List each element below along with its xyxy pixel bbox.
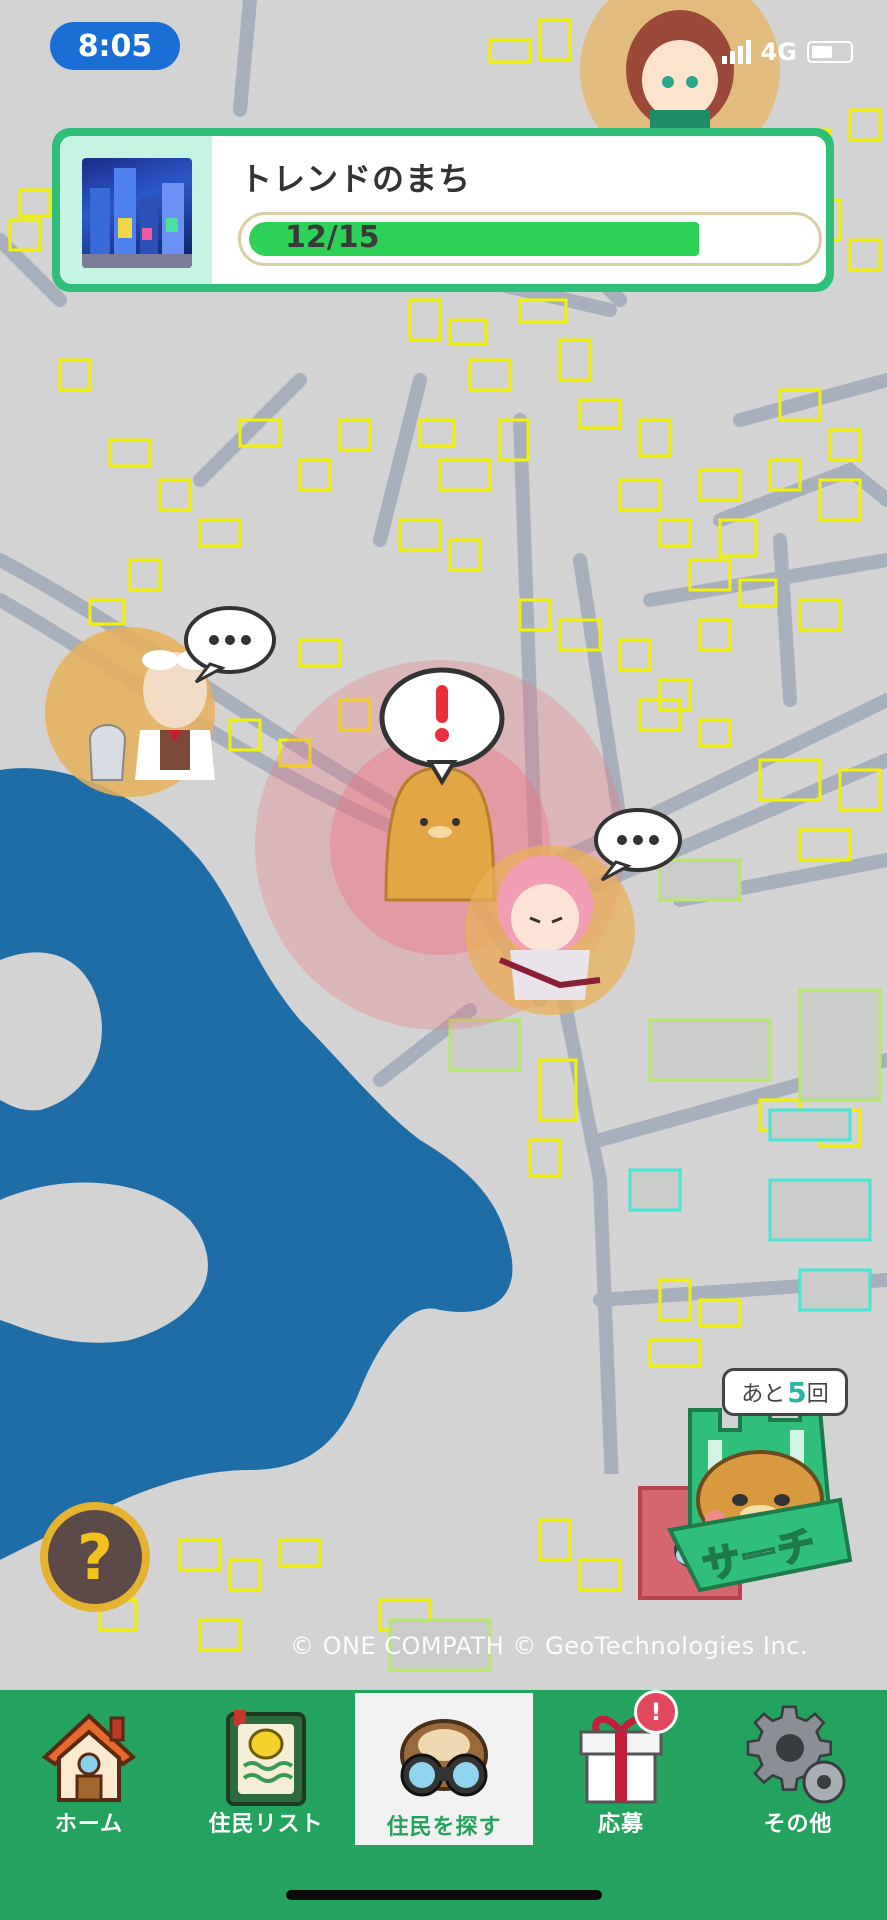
tab-apply[interactable]: 応募 ! [532, 1690, 710, 1842]
help-button[interactable]: ? [40, 1502, 150, 1612]
map-copyright: © ONE COMPATH © GeoTechnologies Inc. [290, 1632, 809, 1660]
town-thumbnail-frame [60, 136, 212, 284]
tab-other-label: その他 [763, 1812, 833, 1837]
bottom-tab-bar: ホーム 住民リスト 住民を探す 応募 ! その他 [0, 1690, 887, 1920]
tab-home[interactable]: ホーム [0, 1690, 178, 1842]
tab-other[interactable]: その他 [709, 1690, 887, 1842]
town-progress-card[interactable]: トレンドのまち 12/15 [52, 128, 834, 292]
remaining-count: 5 [787, 1375, 807, 1409]
tab-home-label: ホーム [54, 1812, 124, 1837]
tab-apply-label: 応募 [597, 1812, 644, 1837]
status-indicators: 4G [721, 38, 853, 66]
town-title: トレンドのまち [240, 160, 472, 198]
battery-icon [807, 41, 853, 63]
tab-search-residents-label: 住民を探す [386, 1815, 502, 1840]
collection-progress-bar: 12/15 [238, 212, 822, 266]
apply-alert-badge: ! [634, 1690, 678, 1734]
tab-resident-list[interactable]: 住民リスト [177, 1690, 355, 1842]
remaining-suffix: 回 [806, 1382, 829, 1407]
remaining-prefix: あと [741, 1382, 786, 1407]
status-time: 8:05 [50, 22, 180, 70]
gear-icon [746, 1705, 846, 1804]
home-indicator [286, 1890, 602, 1900]
network-label: 4G [760, 38, 797, 66]
signal-icon [721, 40, 751, 64]
house-icon [41, 1713, 137, 1802]
question-icon: ? [48, 1510, 142, 1604]
progress-text: 12/15 [285, 220, 380, 255]
resident-book-icon [226, 1710, 306, 1806]
otter-binoculars-icon [400, 1719, 488, 1797]
remaining-searches-badge: あと 5 回 [722, 1368, 848, 1416]
tab-search-residents[interactable]: 住民を探す [355, 1693, 533, 1845]
tab-resident-list-label: 住民リスト [208, 1812, 324, 1837]
town-thumbnail [82, 158, 192, 268]
